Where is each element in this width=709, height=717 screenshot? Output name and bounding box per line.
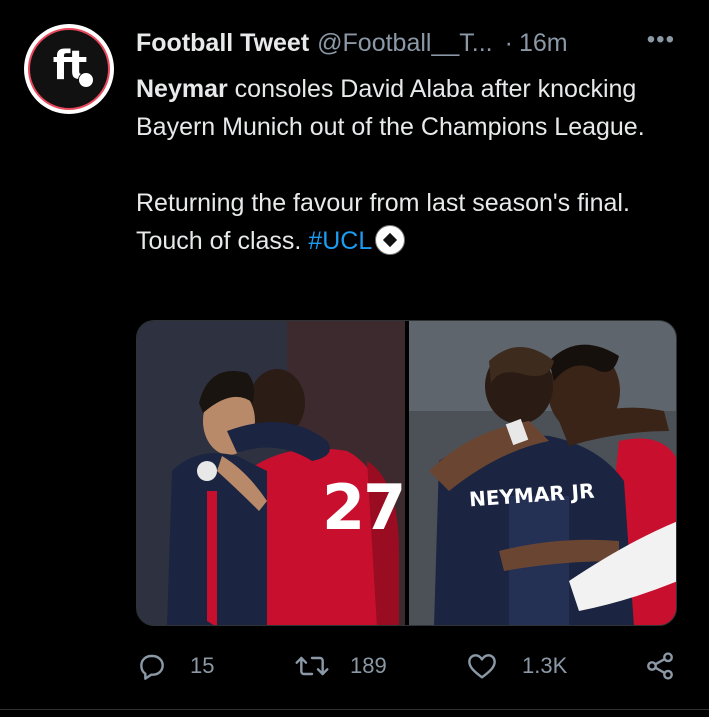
photo-left[interactable]: 27 — [137, 321, 406, 625]
share-button[interactable] — [644, 646, 676, 686]
avatar-logo-circle: ft — [28, 28, 110, 110]
display-name[interactable]: Football Tweet — [136, 29, 309, 58]
share-icon — [647, 652, 673, 680]
divider — [0, 709, 709, 710]
action-bar: 15 189 1.3K — [136, 646, 681, 686]
hashtag-link[interactable]: #UCL — [308, 227, 372, 255]
separator-dot: · — [504, 28, 513, 57]
tweet-text-paragraph-2: Returning the favour from last season's … — [136, 184, 676, 260]
retweet-icon — [295, 656, 329, 676]
avatar-ball-icon — [78, 72, 94, 88]
media-grid[interactable]: 27 NEYMAR JR — [136, 320, 677, 626]
tweet-text-paragraph-1: Neymar consoles David Alaba after knocki… — [136, 70, 676, 146]
more-options-icon[interactable]: ••• — [647, 26, 675, 54]
photo-right-illustration — [409, 321, 676, 625]
retweet-button[interactable]: 189 — [294, 646, 387, 686]
user-handle[interactable]: @Football__T... — [317, 29, 492, 58]
like-button[interactable]: 1.3K — [466, 646, 567, 686]
tweet-text: Neymar consoles David Alaba after knocki… — [136, 70, 676, 260]
like-count: 1.3K — [522, 653, 568, 678]
timestamp[interactable]: 16m — [519, 29, 568, 58]
bold-name: Neymar — [136, 75, 228, 103]
retweet-count: 189 — [350, 653, 387, 678]
avatar[interactable]: ft — [24, 24, 114, 114]
tweet[interactable]: ft Football Tweet @Football__T... · 16m … — [0, 0, 709, 717]
soccer-ball-icon — [375, 225, 406, 255]
reply-icon — [140, 654, 164, 680]
like-icon — [468, 654, 496, 679]
tweet-header: Football Tweet @Football__T... · 16m ••• — [136, 26, 679, 60]
jersey-number: 27 — [322, 471, 406, 544]
photo-right[interactable]: NEYMAR JR — [409, 321, 676, 625]
reply-button[interactable]: 15 — [136, 646, 214, 686]
reply-count: 15 — [190, 653, 215, 678]
